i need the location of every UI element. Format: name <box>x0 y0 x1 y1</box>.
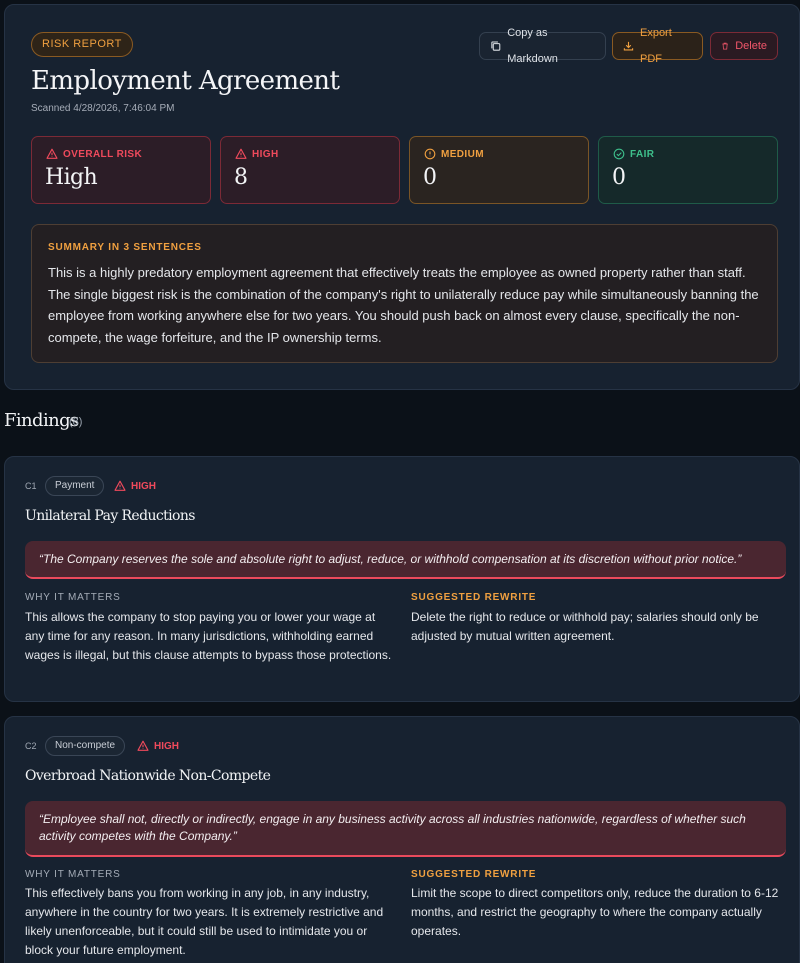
copy-markdown-label: Copy as Markdown <box>507 27 558 65</box>
finding-card: C1 Payment HIGH Unilateral Pay Reduction… <box>4 456 800 702</box>
check-circle-icon <box>613 148 625 160</box>
suggested-rewrite-heading: SUGGESTED REWRITE <box>411 869 537 880</box>
delete-label: Delete <box>735 40 767 52</box>
warning-triangle-icon <box>235 148 247 159</box>
risk-report-badge: RISK REPORT <box>31 32 133 57</box>
stat-overall-value: High <box>45 165 98 190</box>
summary-text: This is a highly predatory employment ag… <box>48 265 759 345</box>
why-it-matters-heading: WHY IT MATTERS <box>25 869 121 880</box>
findings-count: (8) <box>69 416 83 428</box>
summary-box: SUMMARY IN 3 SENTENCES This is a highly … <box>31 224 778 363</box>
export-pdf-label: Export PDF <box>639 27 672 65</box>
finding-title: Unilateral Pay Reductions <box>25 508 195 524</box>
scanned-timestamp: Scanned 4/28/2026, 7:46:04 PM <box>31 103 175 114</box>
stat-high-value: 8 <box>234 165 248 190</box>
stat-high: HIGH 8 <box>220 136 400 204</box>
finding-category-tag: Non-compete <box>45 736 126 756</box>
stat-fair-value: 0 <box>612 165 626 190</box>
finding-severity: HIGH <box>137 740 179 752</box>
page-title: Employment Agreement <box>31 66 340 96</box>
stat-overall-risk: OVERALL RISK High <box>31 136 211 204</box>
why-it-matters-text: This effectively bans you from working i… <box>25 886 384 957</box>
stat-fair: FAIR 0 <box>598 136 778 204</box>
stat-medium-label-text: MEDIUM <box>441 148 484 160</box>
why-it-matters-heading: WHY IT MATTERS <box>25 592 121 603</box>
stat-overall-label-text: OVERALL RISK <box>63 148 143 160</box>
stat-medium: MEDIUM 0 <box>409 136 589 204</box>
finding-id: C2 <box>25 741 37 751</box>
finding-quote: “The Company reserves the sole and absol… <box>25 541 786 579</box>
summary-heading: SUMMARY IN 3 SENTENCES <box>48 242 202 253</box>
finding-category-tag: Payment <box>45 476 105 496</box>
suggested-rewrite-heading: SUGGESTED REWRITE <box>411 592 537 603</box>
export-pdf-button[interactable]: Export PDF <box>612 27 703 65</box>
stat-medium-value: 0 <box>423 165 437 190</box>
finding-card: C2 Non-compete HIGH Overbroad Nationwide… <box>4 716 800 963</box>
findings-title: Findings <box>4 410 79 431</box>
stat-high-label-text: HIGH <box>252 148 279 160</box>
stat-fair-label: FAIR <box>613 148 654 160</box>
finding-id: C1 <box>25 481 37 491</box>
copy-markdown-button[interactable]: Copy as Markdown <box>479 27 606 65</box>
delete-button[interactable]: Delete <box>710 32 778 60</box>
warning-triangle-icon <box>114 480 126 491</box>
suggested-rewrite-text: Delete the right to reduce or withhold p… <box>411 610 759 643</box>
stat-medium-label: MEDIUM <box>424 148 484 160</box>
finding-severity-label: HIGH <box>131 480 156 492</box>
stat-overall-label: OVERALL RISK <box>46 148 142 160</box>
why-it-matters-text: This allows the company to stop paying y… <box>25 610 392 662</box>
suggested-rewrite-text: Limit the scope to direct competitors on… <box>411 886 779 938</box>
warning-triangle-icon <box>46 148 58 159</box>
download-icon <box>623 41 634 51</box>
trash-icon <box>722 42 728 50</box>
finding-title: Overbroad Nationwide Non-Compete <box>25 768 271 784</box>
stat-high-label: HIGH <box>235 148 279 160</box>
finding-quote: “Employee shall not, directly or indirec… <box>25 801 786 857</box>
finding-severity: HIGH <box>114 480 156 492</box>
finding-severity-label: HIGH <box>154 740 179 752</box>
copy-icon <box>491 41 501 51</box>
warning-triangle-icon <box>137 740 149 751</box>
stat-fair-label-text: FAIR <box>630 148 655 160</box>
alert-circle-icon <box>424 148 436 160</box>
